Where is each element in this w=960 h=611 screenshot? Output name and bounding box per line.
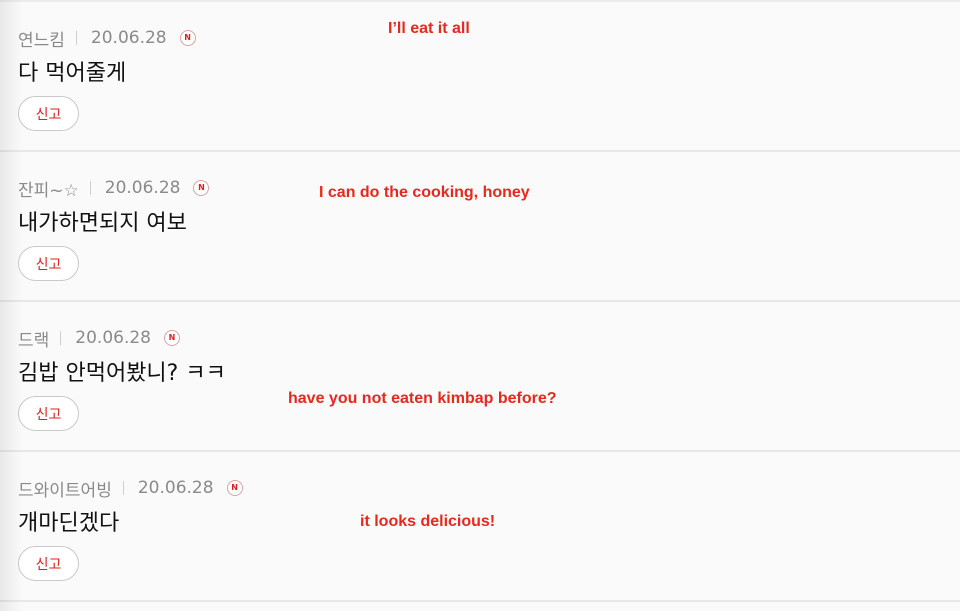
comment-author[interactable]: 연느킴	[18, 26, 65, 51]
comment-text: 내가하면되지 여보	[18, 211, 187, 236]
comment-item: 연느킴 20.06.28 N 다 먹어줄게 신고	[0, 2, 960, 152]
meta-divider	[89, 181, 91, 195]
comment-author[interactable]: 드랙	[18, 326, 49, 351]
comment-meta: 드와이트어빙 20.06.28 N	[18, 476, 243, 501]
translation-annotation: have you not eaten kimbap before?	[288, 390, 557, 407]
comment-date: 20.06.28	[75, 328, 151, 348]
comment-item: 드랙 20.06.28 N 김밥 안먹어봤니? ㅋㅋ 신고	[0, 302, 960, 452]
meta-divider	[60, 331, 62, 345]
report-button[interactable]: 신고	[18, 246, 79, 281]
translation-annotation: it looks delicious!	[360, 513, 496, 530]
comment-meta: 드랙 20.06.28 N	[18, 326, 180, 351]
meta-divider	[122, 481, 124, 495]
comment-date: 20.06.28	[104, 178, 181, 198]
comment-author[interactable]: 드와이트어빙	[18, 476, 112, 501]
comment-text: 김밥 안먹어봤니? ㅋㅋ	[18, 361, 226, 386]
comment-date: 20.06.28	[137, 478, 214, 498]
new-badge-icon: N	[163, 330, 180, 346]
report-button[interactable]: 신고	[18, 546, 79, 581]
comment-text: 다 먹어줄게	[18, 61, 127, 86]
meta-divider	[75, 31, 77, 45]
comment-meta: 잔피~☆ 20.06.28 N	[18, 176, 210, 201]
report-button[interactable]: 신고	[18, 396, 79, 431]
new-badge-icon: N	[179, 30, 196, 46]
comment-text: 개마딘겠다	[18, 511, 120, 536]
new-badge-icon: N	[193, 180, 210, 196]
comment-item: 잔피~☆ 20.06.28 N 내가하면되지 여보 신고	[0, 152, 960, 302]
new-badge-icon: N	[226, 480, 243, 496]
comment-author[interactable]: 잔피~☆	[18, 176, 79, 201]
comment-meta: 연느킴 20.06.28 N	[18, 26, 196, 51]
translation-annotation: I can do the cooking, honey	[319, 184, 530, 201]
translation-annotation: I’ll eat it all	[388, 20, 470, 37]
report-button[interactable]: 신고	[18, 96, 79, 131]
comment-date: 20.06.28	[90, 28, 167, 48]
